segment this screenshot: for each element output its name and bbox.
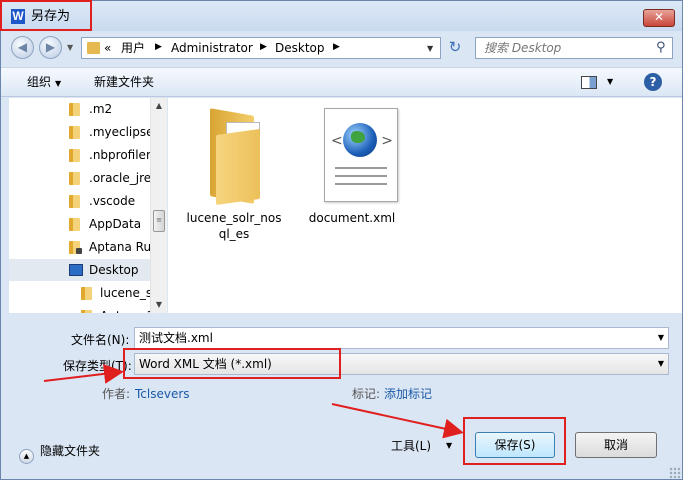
tree-item[interactable]: Aptana 3 <box>9 305 151 313</box>
filename-value: 测试文档.xml <box>139 331 213 345</box>
scroll-thumb[interactable]: ≡ <box>153 210 165 232</box>
tree-item[interactable]: .vscode <box>9 190 151 212</box>
tree-item[interactable]: lucene_s <box>9 282 151 304</box>
folder-icon <box>87 42 100 54</box>
desktop-icon <box>69 264 83 276</box>
filename-input[interactable]: 测试文档.xml ▼ <box>134 327 669 349</box>
breadcrumb-users[interactable]: 用户 <box>121 41 145 56</box>
organize-button[interactable]: 组织 ▼ <box>27 75 61 91</box>
title-bar: W 另存为 ✕ <box>1 1 682 31</box>
xml-file-icon: < > <box>324 108 398 202</box>
file-list-pane: lucene_solr_nosql_es < > document.xml <box>168 98 682 313</box>
folder-icon <box>69 195 80 208</box>
folder-icon <box>81 287 92 300</box>
file-item-xml[interactable]: < > document.xml <box>302 106 402 246</box>
tools-dropdown-icon[interactable]: ▼ <box>446 441 452 450</box>
add-tags-link[interactable]: 添加标记 <box>384 386 432 402</box>
help-icon[interactable]: ? <box>644 73 662 91</box>
view-options-icon[interactable] <box>581 76 597 89</box>
breadcrumb-administrator[interactable]: Administrator <box>171 41 253 56</box>
chevron-down-icon[interactable]: ▼ <box>658 359 664 368</box>
tree-item[interactable]: .m2 <box>9 98 151 120</box>
chevron-down-icon[interactable]: ▼ <box>658 333 664 342</box>
file-name: lucene_solr_nosql_es <box>186 211 282 241</box>
folder-icon <box>69 103 80 116</box>
new-folder-button[interactable]: 新建文件夹 <box>94 75 154 90</box>
tree-item-label: Desktop <box>89 263 139 277</box>
tree-item[interactable]: Aptana Ru <box>9 236 151 258</box>
tree-item-label: .vscode <box>89 194 136 208</box>
search-box[interactable]: ⚲ <box>475 37 673 59</box>
tree-item-desktop[interactable]: Desktop <box>9 259 159 281</box>
folder-icon <box>69 172 80 185</box>
folder-icon <box>69 218 80 231</box>
search-icon[interactable]: ⚲ <box>656 40 666 55</box>
breadcrumb-separator-icon[interactable]: ▶ <box>333 42 340 52</box>
tree-item[interactable]: .nbprofiler <box>9 144 151 166</box>
annotation-box-title <box>0 0 92 31</box>
save-as-dialog: W 另存为 ✕ ◀ ▶ ▼ « 用户 ▶ Administrator ▶ Des… <box>0 0 683 480</box>
tree-item-label: .m2 <box>89 102 113 116</box>
folder-icon <box>69 149 80 162</box>
address-dropdown[interactable]: ▼ <box>427 44 433 53</box>
file-item-folder[interactable]: lucene_solr_nosql_es <box>184 106 284 246</box>
tools-button[interactable]: 工具(L) <box>391 438 431 454</box>
back-button[interactable]: ◀ <box>11 36 34 59</box>
annotation-box-save <box>463 417 566 465</box>
nav-scrollbar[interactable]: ▲ ≡ ▼ <box>150 98 167 313</box>
tree-item-label: .nbprofiler <box>89 148 151 162</box>
annotation-box-filetype <box>123 348 341 379</box>
resize-grip[interactable] <box>669 467 681 479</box>
author-label: 作者: <box>102 387 131 401</box>
filename-label: 文件名(N): <box>71 333 130 347</box>
breadcrumb-separator-icon[interactable]: ▶ <box>155 42 162 52</box>
tree-item[interactable]: .myeclipse <box>9 121 151 143</box>
tree-item[interactable]: AppData <box>9 213 151 235</box>
forward-button[interactable]: ▶ <box>39 36 62 59</box>
file-name: document.xml <box>308 211 396 225</box>
tree-item[interactable]: .oracle_jre <box>9 167 151 189</box>
folder-icon <box>210 108 266 206</box>
tree-item-label: .myeclipse <box>89 125 151 139</box>
folder-icon <box>69 126 80 139</box>
hide-folders-button[interactable]: ▲ 隐藏文件夹 <box>19 442 101 464</box>
tree-item-label: Aptana 3 <box>100 305 151 313</box>
search-input[interactable] <box>476 38 646 58</box>
navigation-pane: .m2 .myeclipse .nbprofiler .oracle_jre .… <box>9 98 167 313</box>
chevron-up-icon: ▲ <box>19 449 34 464</box>
chevron-down-icon: ▼ <box>55 79 62 88</box>
hide-folders-label: 隐藏文件夹 <box>40 444 101 458</box>
lock-icon <box>76 248 82 254</box>
tags-label: 标记: <box>352 387 381 401</box>
refresh-icon[interactable]: ↻ <box>442 37 468 59</box>
view-dropdown[interactable]: ▼ <box>607 77 613 86</box>
tree-item-label: .oracle_jre <box>89 171 151 185</box>
address-bar[interactable]: « 用户 ▶ Administrator ▶ Desktop ▶ ▼ <box>81 37 441 59</box>
recent-locations-dropdown[interactable]: ▼ <box>67 43 75 52</box>
breadcrumb-desktop[interactable]: Desktop <box>275 41 325 56</box>
author-value[interactable]: Tclsevers <box>135 386 190 402</box>
close-button[interactable]: ✕ <box>643 9 675 27</box>
breadcrumb-overflow[interactable]: « <box>104 41 111 56</box>
tree-item-label: AppData <box>89 217 142 231</box>
filetype-label: 保存类型(T): <box>63 359 132 373</box>
cancel-button[interactable]: 取消 <box>575 432 657 458</box>
toolbar: 组织 ▼ 新建文件夹 ▼ ? <box>1 67 682 97</box>
breadcrumb-separator-icon[interactable]: ▶ <box>260 42 267 52</box>
tree-item-label: lucene_s <box>100 286 151 300</box>
scroll-up-icon[interactable]: ▲ <box>151 98 167 114</box>
organize-label: 组织 <box>27 75 52 89</box>
address-bar-row: ◀ ▶ ▼ « 用户 ▶ Administrator ▶ Desktop ▶ ▼… <box>1 31 682 63</box>
scroll-down-icon[interactable]: ▼ <box>151 297 167 313</box>
tree-item-label: Aptana Ru <box>89 240 151 254</box>
